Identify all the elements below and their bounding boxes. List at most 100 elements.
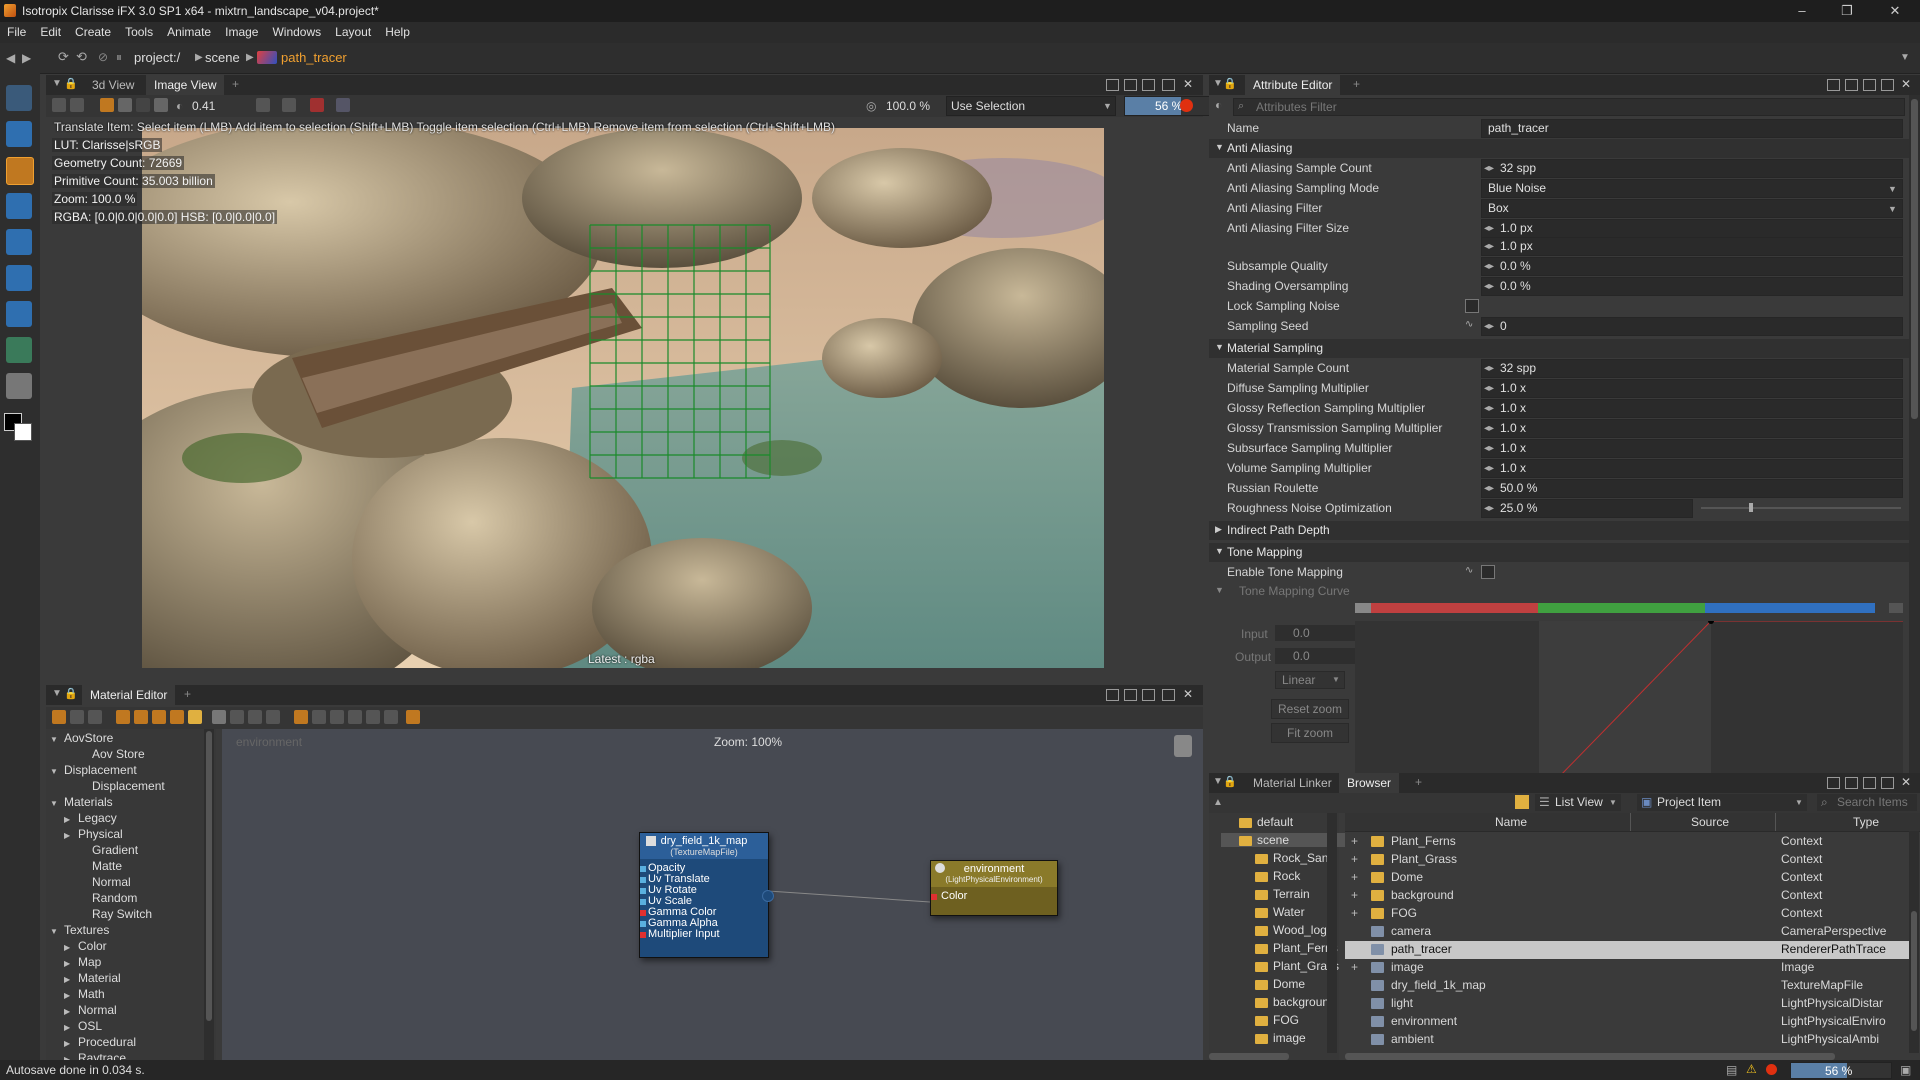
list-item[interactable]: path_tracer RendererPathTrace	[1345, 941, 1909, 959]
add-tab-icon[interactable]: +	[1415, 775, 1422, 789]
context-tree-item[interactable]: image	[1255, 1031, 1306, 1045]
context-tree-item[interactable]: background	[1255, 995, 1336, 1009]
region-icon[interactable]	[100, 98, 114, 112]
restore-icon[interactable]: ❐	[1830, 2, 1864, 20]
add-tab-icon[interactable]: +	[1353, 77, 1360, 91]
roughness-slider-handle[interactable]	[1749, 503, 1753, 512]
channel-all[interactable]	[1355, 603, 1371, 613]
material-sample-count-field[interactable]: ◂▸ 32 spp	[1481, 359, 1903, 378]
node-graph-canvas[interactable]: environment Zoom: 100% dry_field_1k_map …	[222, 729, 1203, 1060]
tree-item[interactable]: ▼ Textures	[50, 923, 109, 937]
stop-icon[interactable]: ▣	[1900, 1063, 1911, 1077]
chevron-down-icon[interactable]: ▼	[1900, 52, 1910, 63]
refresh-icon[interactable]: ⟳	[58, 49, 69, 65]
menu-file[interactable]: File	[0, 22, 33, 39]
aa-sampling-mode-dropdown[interactable]: Blue Noise ▼	[1481, 179, 1903, 198]
tree-item[interactable]: Matte	[78, 859, 122, 873]
context-tree-item[interactable]: Water	[1255, 905, 1305, 919]
input-port[interactable]: Multiplier Input	[640, 928, 768, 940]
camera-tool-icon[interactable]	[6, 301, 32, 327]
glossy-reflection-multiplier-field[interactable]: ◂▸ 1.0 x	[1481, 399, 1903, 418]
channels-icon[interactable]	[118, 98, 132, 112]
animation-icon[interactable]: ∿	[1465, 565, 1473, 576]
forward-icon[interactable]: ▶	[22, 51, 31, 65]
menu-help[interactable]: Help	[378, 22, 417, 39]
expand-icon[interactable]: ▼	[1215, 585, 1224, 595]
aa-filter-size-y-field[interactable]: ◂▸ 1.0 px	[1481, 237, 1903, 256]
lock-sampling-noise-checkbox[interactable]	[1465, 299, 1479, 313]
channel-green[interactable]	[1538, 603, 1705, 613]
folder-icon[interactable]	[188, 710, 202, 724]
select-tool-icon[interactable]	[6, 121, 32, 147]
glossy-transmission-multiplier-field[interactable]: ◂▸ 1.0 x	[1481, 419, 1903, 438]
roughness-noise-field[interactable]: ◂▸ 25.0 %	[1481, 499, 1693, 518]
layout-icon[interactable]	[1827, 777, 1840, 789]
list-item[interactable]: ambient LightPhysicalAmbi	[1345, 1031, 1909, 1049]
list-item[interactable]: environment LightPhysicalEnviro	[1345, 1013, 1909, 1031]
picker-tool-icon[interactable]	[6, 85, 32, 111]
tree-scrollbar[interactable]	[1327, 813, 1337, 1053]
close-panel-icon[interactable]: ✕	[1901, 775, 1911, 789]
layout-icon[interactable]	[1845, 777, 1858, 789]
rotate-tool-icon[interactable]	[6, 193, 32, 219]
search-icon[interactable]	[384, 710, 398, 724]
list-scrollbar[interactable]	[1909, 831, 1919, 1053]
expand-icon[interactable]: +	[1351, 852, 1358, 866]
layers-icon[interactable]	[282, 98, 296, 112]
input-field[interactable]: 0.0	[1275, 625, 1355, 641]
scrollbar-thumb[interactable]	[206, 731, 212, 1021]
tab-attribute-editor[interactable]: Attribute Editor	[1245, 75, 1341, 95]
tree-item[interactable]: Ray Switch	[78, 907, 152, 921]
column-type[interactable]: Type	[1853, 815, 1879, 829]
node-icon[interactable]	[134, 710, 148, 724]
output-port[interactable]	[762, 890, 774, 902]
context-tree-item[interactable]: Plant_Ferns	[1255, 941, 1338, 955]
list-item[interactable]: dry_field_1k_map TextureMapFile	[1345, 977, 1909, 995]
context-tree-item[interactable]: Terrain	[1255, 887, 1310, 901]
list-item[interactable]: camera CameraPerspective	[1345, 923, 1909, 941]
reset-zoom-button[interactable]: Reset zoom	[1271, 699, 1349, 719]
translate-tool-icon[interactable]	[6, 157, 34, 185]
aa-sample-count-field[interactable]: ◂▸ 32 spp	[1481, 159, 1903, 178]
close-icon[interactable]: ✕	[1878, 2, 1912, 20]
enable-tone-mapping-checkbox[interactable]	[1481, 565, 1495, 579]
tab-browser[interactable]: Browser	[1339, 773, 1400, 793]
attributes-filter-input[interactable]: ⌕ Attributes Filter	[1233, 98, 1905, 116]
item-filter-dropdown[interactable]: ▣ Project Item ▼	[1637, 794, 1807, 811]
layout-icon[interactable]	[1142, 689, 1155, 701]
sampling-seed-field[interactable]: ◂▸ 0	[1481, 317, 1903, 336]
texture-node[interactable]: dry_field_1k_map (TextureMapFile) Opacit…	[639, 832, 774, 958]
list-item[interactable]: + Plant_Grass Context	[1345, 851, 1909, 869]
close-panel-icon[interactable]: ✕	[1183, 687, 1193, 701]
tree-item[interactable]: Normal	[78, 875, 131, 889]
tree-item[interactable]: Random	[78, 891, 137, 905]
align-icon[interactable]	[248, 710, 262, 724]
scale-tool-icon[interactable]	[6, 229, 32, 255]
subsurface-multiplier-field[interactable]: ◂▸ 1.0 x	[1481, 439, 1903, 458]
pivot-tool-icon[interactable]	[6, 265, 32, 291]
tab-image-view[interactable]: Image View	[146, 75, 225, 95]
node-icon[interactable]	[152, 710, 166, 724]
tree-item[interactable]: ▶ OSL	[64, 1019, 102, 1033]
panel-menu-icon[interactable]: ▼	[1213, 776, 1223, 787]
pause-icon[interactable]: ⏸	[116, 50, 122, 65]
lut-icon[interactable]	[154, 98, 168, 112]
node-icon[interactable]	[170, 710, 184, 724]
layout-icon[interactable]	[1845, 79, 1858, 91]
tree-item[interactable]: ▶ Legacy	[64, 811, 117, 825]
tab-3d-view[interactable]: 3d View	[84, 75, 142, 95]
close-panel-icon[interactable]: ✕	[1901, 77, 1911, 91]
channel-red[interactable]	[1371, 603, 1538, 613]
channel-blue[interactable]	[1705, 603, 1875, 613]
add-tab-icon[interactable]: +	[232, 77, 239, 91]
tree-item[interactable]: ▶ Procedural	[64, 1035, 136, 1049]
tree-item[interactable]: ▶ Physical	[64, 827, 123, 841]
lock-icon[interactable]: 🔒	[1223, 77, 1237, 90]
list-item[interactable]: + background Context	[1345, 887, 1909, 905]
breadcrumb-item[interactable]: path_tracer	[281, 50, 347, 65]
menu-layout[interactable]: Layout	[328, 22, 378, 39]
expand-icon[interactable]: +	[1351, 834, 1358, 848]
fit-zoom-button[interactable]: Fit zoom	[1271, 723, 1349, 743]
tree-item[interactable]: ▼ AovStore	[50, 731, 113, 745]
subsample-quality-field[interactable]: ◂▸ 0.0 %	[1481, 257, 1903, 276]
